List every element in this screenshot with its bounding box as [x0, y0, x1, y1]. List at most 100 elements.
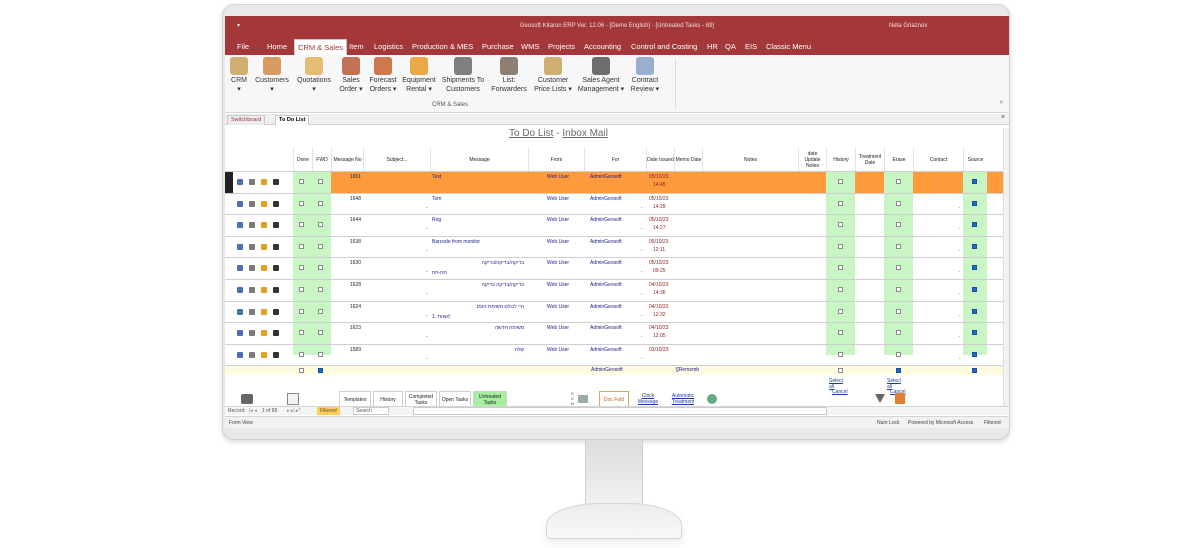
table-row[interactable]: 1644 Rog Web User AdminGeosoft 05/10/23 14:27…: [225, 214, 1009, 237]
forward-icon[interactable]: [273, 351, 279, 358]
open-record-icon[interactable]: [237, 265, 243, 272]
forward-icon[interactable]: [273, 243, 279, 250]
source-checkbox[interactable]: [972, 330, 977, 336]
contact-dropdown-icon[interactable]: ⌄: [958, 225, 961, 230]
fwd-checkbox[interactable]: [318, 200, 323, 206]
source-checkbox[interactable]: [972, 200, 977, 206]
done-checkbox[interactable]: [299, 200, 304, 206]
table-row[interactable]: 1638 Barcode from monitor Web User AdminGeo…: [225, 235, 1009, 258]
contact-dropdown-icon[interactable]: ⌄: [958, 204, 961, 209]
subject-dropdown-icon[interactable]: ⌄: [425, 225, 428, 230]
column-header-src[interactable]: Source: [963, 148, 987, 171]
record-selector[interactable]: [225, 172, 233, 193]
subject-dropdown-icon[interactable]: ⌄: [425, 204, 428, 209]
sales-agent-management-button[interactable]: Sales Agent Management ▾: [576, 57, 626, 94]
forward-icon[interactable]: [273, 330, 279, 337]
list-forwarders-button[interactable]: List: Forwarders: [489, 57, 529, 94]
table-row[interactable]: 1623 משימה חדשה Web User AdminGeosoft 04/10/…: [225, 322, 1009, 345]
subject-dropdown-icon[interactable]: ⌄: [425, 355, 428, 360]
source-checkbox[interactable]: [972, 265, 977, 271]
contact-dropdown-icon[interactable]: ⌄: [958, 268, 961, 273]
tag-icon[interactable]: [261, 351, 267, 358]
first-record-icon[interactable]: |◂ ◂: [249, 408, 257, 414]
next-record-icon[interactable]: ▸ ▸| ▸*: [287, 408, 301, 414]
column-header-msg[interactable]: Message: [430, 148, 528, 171]
forward-icon[interactable]: [273, 308, 279, 315]
automatic-treatment-link[interactable]: Automatic Treatment: [669, 393, 697, 405]
fwd-checkbox[interactable]: [318, 351, 323, 357]
for-dropdown-icon[interactable]: ⌄: [640, 225, 643, 230]
scanner-icon[interactable]: [578, 395, 588, 403]
history-checkbox[interactable]: [838, 308, 843, 314]
for-dropdown-icon[interactable]: ⌄: [640, 182, 643, 187]
table-row[interactable]: 1628 בדיקה/בדיקה בדיקה Web User AdminGeosof…: [225, 279, 1009, 301]
tag-icon[interactable]: [261, 243, 267, 250]
contact-dropdown-icon[interactable]: ⌄: [958, 290, 961, 295]
history-checkbox[interactable]: [838, 222, 843, 228]
crm-button[interactable]: CRM ▾: [227, 57, 251, 94]
filter-history-checkbox[interactable]: [838, 368, 843, 373]
fwd-checkbox[interactable]: [318, 287, 323, 292]
table-row[interactable]: 1589 שלה Web User AdminGeosoft 03/10/23 ⌄ ⌄ ⌄: [225, 343, 1009, 360]
column-header-from[interactable]: From: [528, 148, 584, 171]
tab-file[interactable]: File: [237, 39, 249, 55]
collapse-ribbon-icon[interactable]: ^: [1000, 101, 1003, 108]
erase-checkbox[interactable]: [896, 265, 901, 271]
column-header-subj[interactable]: Subject...: [363, 148, 430, 171]
tab-crm-sales[interactable]: CRM & Sales: [294, 39, 348, 55]
history-checkbox[interactable]: [838, 200, 843, 206]
tab-purchase[interactable]: Purchase: [482, 39, 514, 55]
history-checkbox[interactable]: [838, 179, 843, 184]
search-record-icon[interactable]: [249, 351, 255, 358]
filter-icon[interactable]: [875, 394, 885, 403]
quotations-button[interactable]: Quotations ▾: [293, 57, 335, 94]
table-row[interactable]: 1648 Tom Web User AdminGeosoft 05/10/23 14:29…: [225, 192, 1009, 215]
erase-checkbox[interactable]: [896, 200, 901, 206]
column-header-for[interactable]: For: [584, 148, 646, 171]
search-input[interactable]: Search: [353, 407, 389, 415]
contact-dropdown-icon[interactable]: ⌄: [958, 182, 961, 187]
subject-dropdown-icon[interactable]: ⌄: [425, 247, 428, 252]
export-doc-icon[interactable]: [287, 393, 299, 405]
filter-fwd-checkbox[interactable]: [318, 368, 323, 373]
erase-checkbox[interactable]: [896, 351, 901, 357]
tab-eis[interactable]: EIS: [745, 39, 757, 55]
table-row[interactable]: 1624 היי לכולם משימת הזמנ 1. לשנות Web User…: [225, 300, 1009, 323]
for-dropdown-icon[interactable]: ⌄: [640, 333, 643, 338]
shipments-to-customers-button[interactable]: Shipments To Customers: [439, 57, 487, 94]
filter-source-checkbox[interactable]: [972, 368, 977, 373]
done-checkbox[interactable]: [299, 243, 304, 249]
column-header-contact[interactable]: Contact: [913, 148, 963, 171]
filter-done-checkbox[interactable]: [299, 368, 304, 373]
erase-checkbox[interactable]: [896, 179, 901, 184]
exit-icon[interactable]: [895, 393, 905, 404]
search-record-icon[interactable]: [249, 179, 255, 185]
caption-inbox-mail[interactable]: Inbox Mail: [562, 128, 608, 139]
fwd-checkbox[interactable]: [318, 265, 323, 271]
open-record-icon[interactable]: [237, 351, 243, 358]
open-record-icon[interactable]: [237, 330, 243, 337]
search-record-icon[interactable]: [249, 265, 255, 272]
source-checkbox[interactable]: [972, 287, 977, 292]
table-row[interactable]: 1651 Test Web User AdminGeosoft 05/10/23 14:4…: [225, 171, 1009, 193]
tag-icon[interactable]: [261, 222, 267, 229]
done-checkbox[interactable]: [299, 179, 304, 184]
for-dropdown-icon[interactable]: ⌄: [640, 247, 643, 252]
open-record-icon[interactable]: [237, 243, 243, 250]
erase-checkbox[interactable]: [896, 222, 901, 228]
doc-tab-todo[interactable]: To Do List: [275, 115, 310, 125]
forecast-orders-button[interactable]: Forecast Orders ▾: [367, 57, 399, 94]
history-checkbox[interactable]: [838, 243, 843, 249]
open-record-icon[interactable]: [237, 308, 243, 315]
source-checkbox[interactable]: [972, 243, 977, 249]
open-record-icon[interactable]: [237, 222, 243, 229]
fwd-checkbox[interactable]: [318, 179, 323, 184]
source-checkbox[interactable]: [972, 222, 977, 228]
search-record-icon[interactable]: [249, 243, 255, 250]
contact-dropdown-icon[interactable]: ⌄: [958, 312, 961, 317]
clock-message-link[interactable]: Clock Message: [635, 393, 661, 405]
erase-checkbox[interactable]: [896, 243, 901, 249]
cancel-hist[interactable]: Cancel: [832, 389, 848, 395]
search-record-icon[interactable]: [249, 308, 255, 315]
tab-accounting[interactable]: Accounting: [584, 39, 621, 55]
